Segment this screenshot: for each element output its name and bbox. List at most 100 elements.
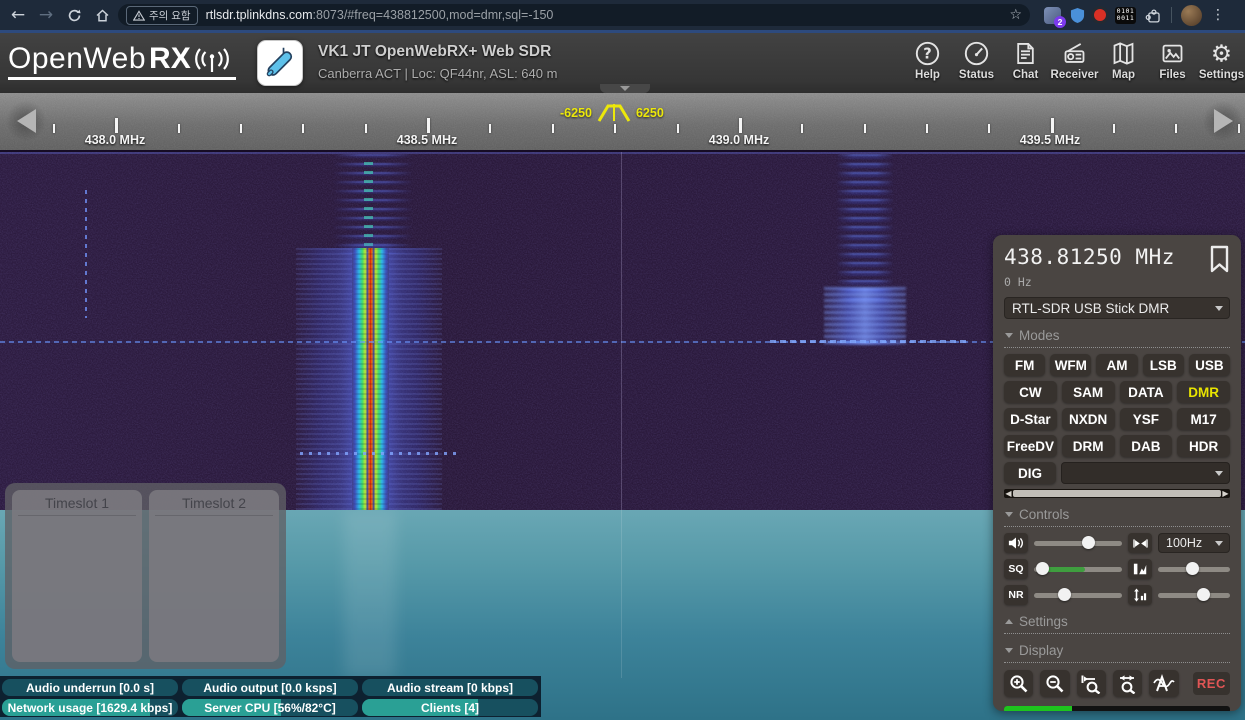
zoom-out-button[interactable]: [1040, 670, 1069, 697]
digital-mode-select[interactable]: [1061, 462, 1230, 484]
chevron-down-icon: [1005, 333, 1013, 338]
mode-button-fm[interactable]: FM: [1004, 354, 1045, 376]
audio-buffer-bar: [1004, 706, 1230, 711]
slider-thumb[interactable]: [1058, 588, 1071, 601]
modes-scrollbar[interactable]: ◀ ▶: [1004, 489, 1230, 498]
waterfall-auto-adjust-button[interactable]: [1128, 585, 1152, 605]
bookmark-icon[interactable]: [1209, 245, 1230, 273]
header-nav-receiver[interactable]: Receiver: [1053, 39, 1096, 81]
scrollbar-right-arrow[interactable]: ▶: [1221, 489, 1230, 498]
mode-button-freedv[interactable]: FreeDV: [1004, 435, 1057, 457]
profile-select-value: RTL-SDR USB Stick DMR: [1012, 301, 1169, 316]
browser-forward-icon[interactable]: →: [34, 3, 58, 27]
passband-filter-icon[interactable]: [597, 103, 631, 123]
passband-high-label: 6250: [636, 106, 664, 120]
waterfall-min-slider[interactable]: [1158, 593, 1230, 598]
frequency-scale[interactable]: 438.0 MHz438.5 MHz439.0 MHz439.5 MHz -62…: [0, 93, 1245, 152]
address-bar[interactable]: 주의 요함 rtlsdr.tplinkdns.com:8073/#freq=43…: [118, 4, 1030, 26]
chat-icon: [1012, 39, 1039, 68]
squelch-slider[interactable]: [1034, 567, 1122, 572]
spectrum-toggle-button[interactable]: [1149, 670, 1178, 697]
mode-button-dab[interactable]: DAB: [1120, 435, 1173, 457]
scale-tick: [489, 124, 491, 133]
header-nav-help[interactable]: ?Help: [906, 39, 949, 81]
header-nav-label: Help: [915, 69, 940, 81]
slider-thumb[interactable]: [1082, 536, 1095, 549]
section-header-display[interactable]: Display: [1004, 641, 1230, 663]
mode-button-am[interactable]: AM: [1096, 354, 1137, 376]
bandwidth-select[interactable]: 100Hz: [1158, 533, 1230, 553]
mode-button-m17[interactable]: M17: [1177, 408, 1230, 430]
section-header-controls[interactable]: Controls: [1004, 505, 1230, 527]
header-nav-label: Map: [1112, 69, 1135, 81]
slider-thumb[interactable]: [1036, 562, 1049, 575]
header-collapse-button[interactable]: [600, 84, 650, 93]
scrollbar-thumb[interactable]: [1013, 490, 1221, 497]
section-header-settings[interactable]: Settings: [1004, 612, 1230, 634]
record-button[interactable]: REC: [1193, 672, 1230, 695]
mode-button-wfm[interactable]: WFM: [1050, 354, 1091, 376]
header-nav-chat[interactable]: Chat: [1004, 39, 1047, 81]
header-nav-map[interactable]: Map: [1102, 39, 1145, 81]
security-warning-chip[interactable]: 주의 요함: [126, 6, 198, 25]
zoom-to-bandwidth-button[interactable]: [1077, 670, 1106, 697]
recording-extension-icon[interactable]: [1094, 9, 1106, 21]
mode-button-d-star[interactable]: D-Star: [1004, 408, 1057, 430]
scrollbar-left-arrow[interactable]: ◀: [1004, 489, 1013, 498]
profile-select[interactable]: RTL-SDR USB Stick DMR: [1004, 297, 1230, 319]
openwebrx-logo[interactable]: OpenWebRX: [8, 42, 236, 80]
tuned-frequency-display[interactable]: 438.81250 MHz: [1004, 245, 1175, 269]
chevron-down-icon: [1215, 306, 1223, 311]
slider-thumb[interactable]: [1197, 588, 1210, 601]
mode-button-data[interactable]: DATA: [1120, 381, 1173, 403]
volume-slider[interactable]: [1034, 541, 1122, 546]
scale-tick: [1051, 118, 1054, 133]
waterfall-levels-button[interactable]: [1128, 559, 1152, 579]
browser-reload-icon[interactable]: [62, 3, 86, 27]
scale-left-arrow[interactable]: [6, 101, 46, 141]
header-nav-label: Files: [1159, 69, 1185, 81]
header-nav-status[interactable]: Status: [955, 39, 998, 81]
scale-tick: [739, 118, 742, 133]
mode-button-ysf[interactable]: YSF: [1120, 408, 1173, 430]
slider-thumb[interactable]: [1186, 562, 1199, 575]
binary-extension-icon[interactable]: 01010011: [1115, 7, 1136, 24]
mode-button-usb[interactable]: USB: [1189, 354, 1230, 376]
bandwidth-button[interactable]: [1128, 533, 1152, 553]
browser-back-icon[interactable]: ←: [6, 3, 30, 27]
mode-button-hdr[interactable]: HDR: [1177, 435, 1230, 457]
header-nav-label: Status: [959, 69, 994, 81]
noise-reduction-button[interactable]: NR: [1004, 585, 1028, 605]
zoom-in-button[interactable]: [1004, 670, 1033, 697]
squelch-button[interactable]: SQ: [1004, 559, 1028, 579]
browser-home-icon[interactable]: [90, 3, 114, 27]
zoom-full-band-button[interactable]: [1113, 670, 1142, 697]
mode-button-drm[interactable]: DRM: [1062, 435, 1115, 457]
mode-button-lsb[interactable]: LSB: [1143, 354, 1184, 376]
mode-button-nxdn[interactable]: NXDN: [1062, 408, 1115, 430]
waterfall-signal-main-top-core: [364, 162, 373, 257]
browser-menu-icon[interactable]: ⋮: [1211, 7, 1225, 23]
waterfall-max-slider[interactable]: [1158, 567, 1230, 572]
extensions-puzzle-icon[interactable]: [1145, 7, 1162, 24]
timeslot-2-panel[interactable]: Timeslot 2: [149, 490, 279, 662]
section-header-modes[interactable]: Modes: [1004, 326, 1230, 348]
mode-button-dmr[interactable]: DMR: [1177, 381, 1230, 403]
header-nav-settings[interactable]: ⚙Settings: [1200, 39, 1243, 81]
waterfall-signal-main-carrier: [352, 248, 389, 510]
mute-button[interactable]: [1004, 533, 1028, 553]
noise-reduction-slider[interactable]: [1034, 593, 1122, 598]
timeslot-1-panel[interactable]: Timeslot 1: [12, 490, 142, 662]
passband-indicator[interactable]: -6250 6250: [560, 103, 664, 123]
bookmark-star-icon[interactable]: ☆: [1009, 7, 1022, 23]
timeslot-1-header: Timeslot 1: [18, 495, 136, 516]
extension-icon[interactable]: 2: [1044, 7, 1061, 24]
scale-right-arrow[interactable]: [1203, 101, 1243, 141]
shield-extension-icon[interactable]: [1070, 7, 1085, 24]
receiver-subtitle: Canberra ACT | Loc: QF44nr, ASL: 640 m: [318, 66, 557, 81]
mode-button-sam[interactable]: SAM: [1062, 381, 1115, 403]
mode-button-dig[interactable]: DIG: [1004, 462, 1056, 484]
profile-avatar[interactable]: [1181, 5, 1202, 26]
mode-button-cw[interactable]: CW: [1004, 381, 1057, 403]
header-nav-files[interactable]: Files: [1151, 39, 1194, 81]
